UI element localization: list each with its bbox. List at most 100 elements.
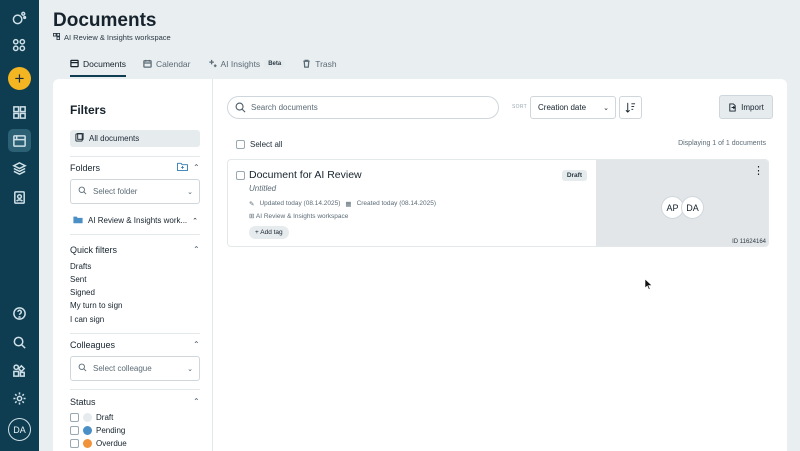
chevron-up-icon[interactable]: ⌃	[193, 340, 200, 349]
pencil-icon: ✎	[249, 201, 255, 208]
tab-label: AI Insights	[220, 59, 261, 69]
document-workspace: ⊞ AI Review & Insights workspace	[249, 212, 348, 220]
calendar-icon: ▦	[345, 201, 352, 208]
quick-filter-sent[interactable]: Sent	[70, 275, 86, 284]
user-avatar[interactable]: DA	[8, 418, 31, 441]
document-checkbox[interactable]	[236, 171, 245, 180]
tab-ai-insights[interactable]: AI Insights Beta	[208, 55, 286, 73]
help-icon[interactable]	[8, 302, 31, 325]
page-title: Documents	[53, 10, 157, 31]
status-label: Draft	[96, 413, 114, 422]
folder-item-label: AI Review & Insights work...	[88, 216, 188, 225]
quick-filter-my-turn[interactable]: My turn to sign	[70, 301, 122, 310]
checkbox[interactable]	[70, 426, 79, 435]
layers-icon[interactable]	[8, 157, 31, 180]
divider	[70, 389, 200, 390]
dashboard-icon[interactable]	[8, 101, 31, 124]
sort-label: SORT	[512, 104, 527, 110]
tab-label: Calendar	[156, 59, 191, 69]
calendar-icon	[143, 59, 152, 70]
import-icon	[729, 102, 736, 112]
divider	[70, 333, 200, 334]
status-dot	[83, 439, 92, 448]
document-title[interactable]: Document for AI Review	[249, 169, 362, 181]
all-documents-label: All documents	[89, 134, 140, 143]
sort-value: Creation date	[538, 103, 587, 112]
quick-filters-title[interactable]: Quick filters	[70, 245, 117, 255]
sparkle-icon	[208, 59, 217, 70]
folder-select[interactable]: Select folder ⌄	[70, 179, 200, 204]
select-all[interactable]: Select all	[236, 140, 282, 149]
select-all-checkbox[interactable]	[236, 140, 245, 149]
created-date: Created today (08.14.2025)	[356, 200, 437, 207]
tab-label: Documents	[83, 59, 126, 69]
apps-switcher-icon[interactable]	[8, 34, 31, 57]
status-pending[interactable]: Pending	[70, 426, 125, 435]
chevron-up-icon[interactable]: ⌃	[193, 163, 200, 172]
status-draft[interactable]: Draft	[70, 413, 113, 422]
status-dot	[83, 426, 92, 435]
participant-avatar: DA	[681, 196, 704, 219]
chevron-down-icon: ⌄	[603, 105, 609, 112]
beta-badge: Beta	[264, 60, 286, 68]
colleagues-title[interactable]: Colleagues	[70, 340, 115, 350]
add-tag-button[interactable]: + Add tag	[249, 226, 289, 239]
divider	[70, 234, 200, 235]
search-icon	[78, 363, 87, 374]
search-icon[interactable]	[8, 331, 31, 354]
divider	[70, 156, 200, 157]
checkbox[interactable]	[70, 439, 79, 448]
documents-icon	[75, 132, 84, 144]
workspace-icon: ⊞	[249, 213, 255, 220]
status-label: Pending	[96, 426, 126, 435]
chevron-down-icon: ⌄	[187, 189, 193, 196]
status-label: Overdue	[96, 439, 127, 448]
quick-filter-signed[interactable]: Signed	[70, 288, 95, 297]
quick-filter-i-can-sign[interactable]: I can sign	[70, 315, 104, 324]
search-icon	[235, 102, 246, 113]
workspace-indicator[interactable]: AI Review & Insights workspace	[53, 33, 171, 42]
chevron-down-icon: ⌄	[187, 366, 193, 373]
settings-icon[interactable]	[8, 387, 31, 410]
search-input[interactable]: Search documents	[227, 96, 499, 119]
sort-direction-button[interactable]	[619, 96, 642, 119]
status-title[interactable]: Status	[70, 397, 96, 407]
documents-panel: Filters All documents Folders ⌃ Select f…	[53, 79, 787, 451]
all-documents-filter[interactable]: All documents	[70, 130, 200, 147]
tab-calendar[interactable]: Calendar	[143, 55, 191, 73]
document-info: Document for AI Review Draft Untitled ✎ …	[228, 160, 596, 246]
contacts-icon[interactable]	[8, 186, 31, 209]
status-overdue[interactable]: Overdue	[70, 439, 127, 448]
chevron-up-icon: ⌃	[192, 217, 199, 225]
tab-trash[interactable]: Trash	[302, 55, 337, 73]
checkbox[interactable]	[70, 413, 79, 422]
folder-select-placeholder: Select folder	[93, 187, 138, 196]
sort-descending-icon	[625, 102, 636, 113]
quick-filter-drafts[interactable]: Drafts	[70, 262, 91, 271]
chevron-up-icon[interactable]: ⌃	[193, 397, 200, 406]
app-rail: + DA	[0, 0, 39, 451]
folders-section-title[interactable]: Folders	[70, 163, 100, 173]
tab-documents[interactable]: Documents	[70, 55, 126, 77]
integrations-icon[interactable]	[8, 359, 31, 382]
sort-select[interactable]: Creation date ⌄	[530, 96, 616, 119]
document-preview: ⋮ AP DA ID 11624164	[596, 160, 768, 246]
logo-icon[interactable]	[8, 6, 31, 29]
updated-date: Updated today (08.14.2025)	[259, 200, 341, 207]
colleague-select[interactable]: Select colleague ⌄	[70, 356, 200, 381]
documents-nav-icon[interactable]	[8, 129, 31, 152]
add-folder-icon[interactable]	[177, 162, 188, 173]
chevron-up-icon[interactable]: ⌃	[193, 245, 200, 254]
document-card[interactable]: Document for AI Review Draft Untitled ✎ …	[227, 159, 769, 247]
documents-icon	[70, 59, 79, 70]
filters-title: Filters	[70, 103, 107, 117]
document-subtitle: Untitled	[249, 184, 277, 193]
select-all-label: Select all	[250, 140, 283, 149]
import-button[interactable]: Import	[719, 95, 773, 119]
status-dot	[83, 413, 92, 422]
create-button[interactable]: +	[8, 67, 31, 90]
document-id: ID 11624164	[732, 239, 766, 245]
folder-item[interactable]: AI Review & Insights work... ⌃	[73, 215, 198, 226]
mouse-cursor-icon	[645, 279, 653, 290]
more-options-icon[interactable]: ⋮	[753, 164, 764, 177]
